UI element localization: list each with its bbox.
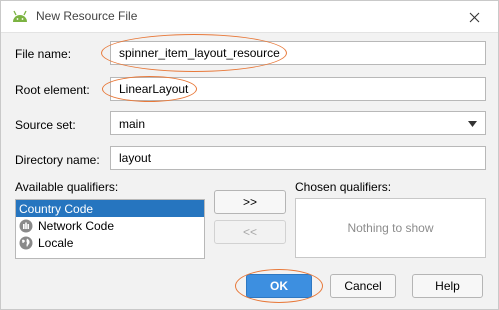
available-qualifiers-list[interactable]: Country Code Network Code Locale — [15, 199, 205, 259]
title-bar: New Resource File — [1, 1, 498, 33]
file-name-label: File name: — [15, 47, 72, 61]
close-button[interactable] — [456, 4, 492, 30]
list-item-label: Country Code — [19, 201, 94, 216]
root-element-label: Root element: — [15, 83, 90, 97]
chosen-qualifiers-label: Chosen qualifiers: — [295, 180, 392, 194]
list-item-country-code[interactable]: Country Code — [16, 200, 204, 217]
globe-icon — [19, 236, 33, 249]
directory-name-field[interactable] — [110, 146, 486, 170]
network-icon — [19, 219, 33, 232]
list-item-network-code[interactable]: Network Code — [16, 217, 204, 234]
source-set-label: Source set: — [15, 118, 76, 132]
root-element-field[interactable] — [110, 77, 486, 101]
list-item-label: Network Code — [38, 218, 115, 233]
available-qualifiers-label: Available qualifiers: — [15, 180, 119, 194]
list-item-label: Locale — [38, 235, 74, 250]
new-resource-file-dialog: New Resource File File name: Root elemen… — [0, 0, 499, 310]
file-name-input[interactable] — [111, 42, 485, 64]
chosen-qualifiers-list[interactable]: Nothing to show — [295, 198, 486, 258]
directory-name-label: Directory name: — [15, 153, 100, 167]
empty-state-text: Nothing to show — [347, 221, 434, 235]
root-element-input[interactable] — [111, 78, 485, 100]
help-button[interactable]: Help — [412, 274, 483, 298]
source-set-select[interactable]: main — [110, 111, 486, 135]
ok-button[interactable]: OK — [246, 274, 312, 298]
source-set-value: main — [119, 117, 146, 131]
android-icon — [12, 9, 28, 23]
directory-name-input[interactable] — [111, 147, 485, 169]
list-item-locale[interactable]: Locale — [16, 234, 204, 251]
cancel-button[interactable]: Cancel — [330, 274, 396, 298]
close-icon — [469, 12, 479, 22]
add-qualifier-button[interactable]: >> — [214, 190, 286, 214]
file-name-field[interactable] — [110, 41, 486, 65]
window-title: New Resource File — [36, 9, 138, 23]
remove-qualifier-button[interactable]: << — [214, 220, 286, 244]
chevron-down-icon — [468, 121, 477, 127]
